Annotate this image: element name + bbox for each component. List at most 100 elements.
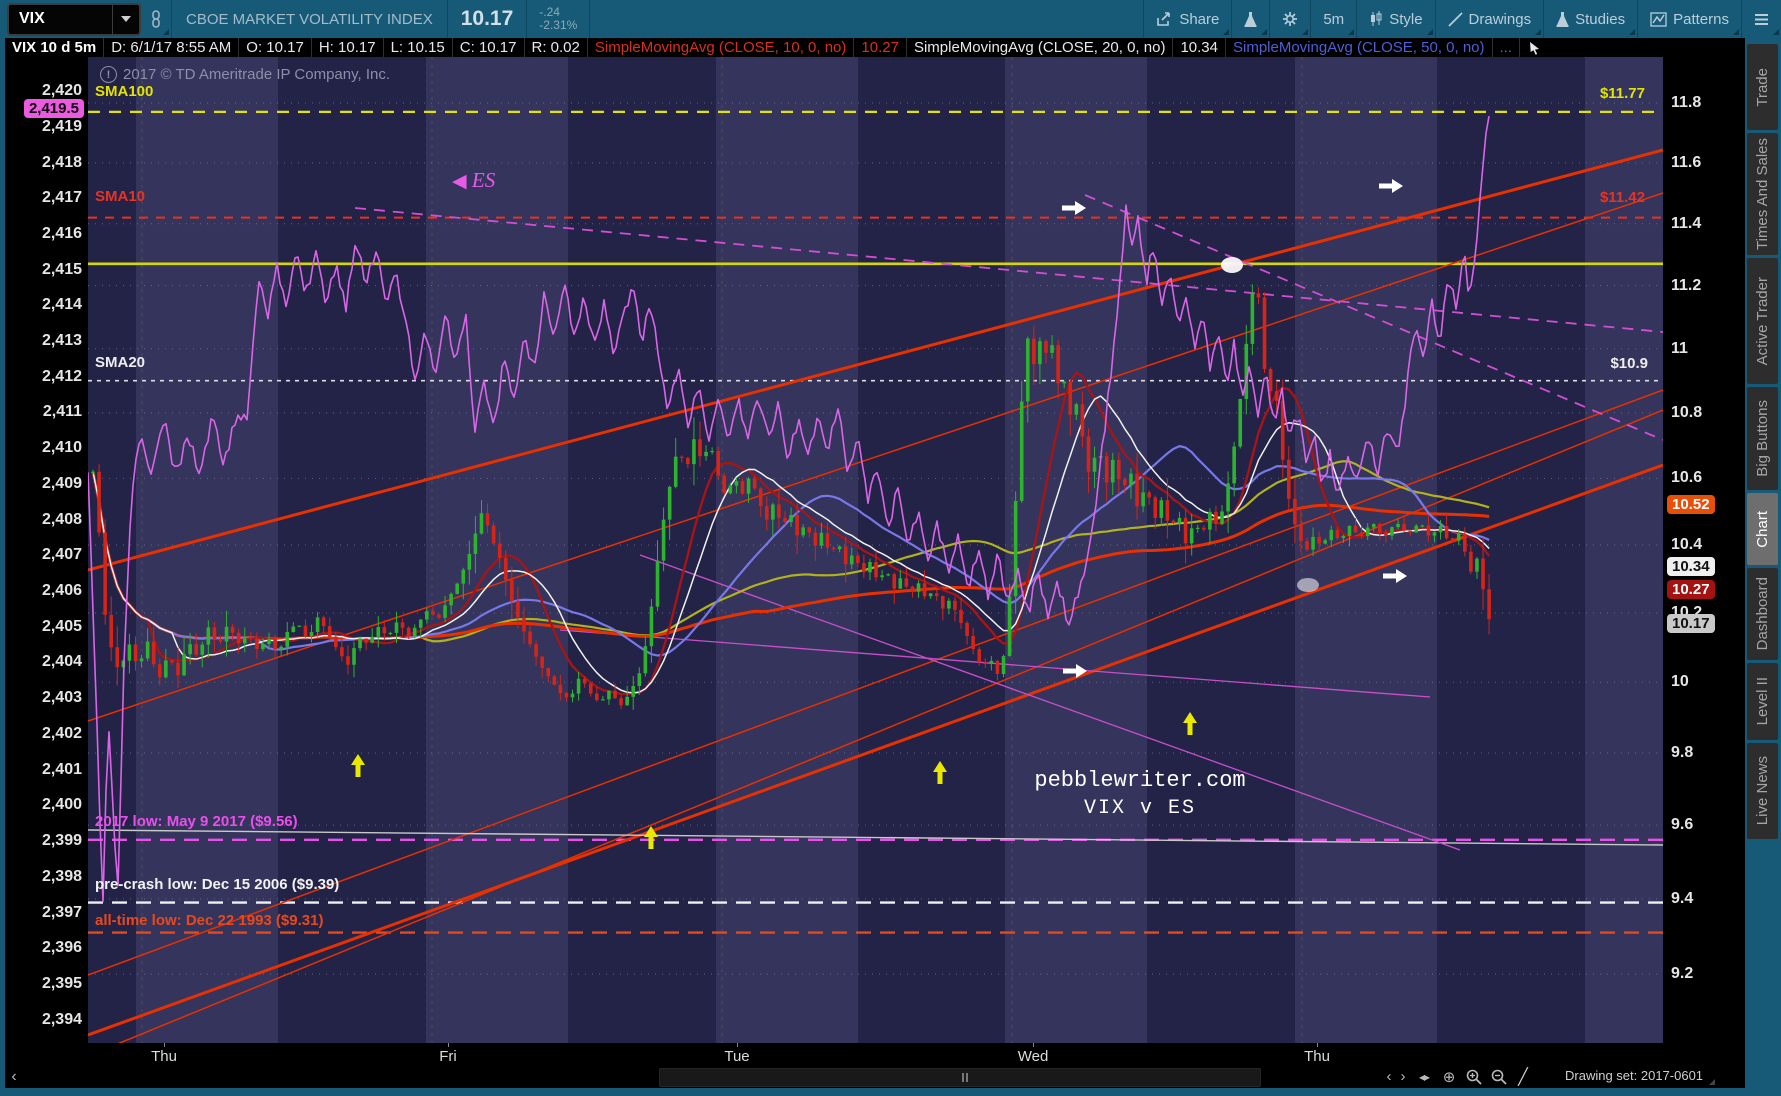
header-field: D: 6/1/17 8:55 AM (104, 38, 240, 57)
sidebar-tab-live-news[interactable]: Live News (1747, 743, 1778, 839)
cursor-tool-icon[interactable] (1528, 41, 1542, 55)
time-axis[interactable]: Thu Fri Tue Wed Thu (5, 1043, 1663, 1065)
chart-annotation: all-time low: Dec 22 1993 ($9.31) (95, 912, 324, 929)
header-field: VIX 10 d 5m (5, 38, 105, 57)
vix-axis-label: 9.8 (1671, 744, 1694, 761)
day-tick (164, 1043, 165, 1047)
studies-button[interactable]: Studies (1544, 0, 1637, 38)
drawing-set-selector[interactable]: Drawing set: 2017-0601 (1565, 1068, 1716, 1085)
symbol-description: CBOE MARKET VOLATILITY INDEX (186, 10, 433, 28)
symbol-dropdown-button[interactable] (112, 4, 139, 34)
watermark-title: VIX v ES (1083, 797, 1197, 820)
es-axis-label: 2,398 (41, 868, 82, 885)
vix-axis-label: 11.4 (1671, 215, 1702, 232)
chart-annotation: SMA100 (95, 83, 154, 100)
es-axis-label: 2,412 (41, 368, 82, 385)
right-gadget-sidebar: Trade Times And Sales Active Trader Big But… (1745, 38, 1781, 1088)
menu-button[interactable] (1742, 0, 1781, 38)
zoom-out-icon[interactable] (1488, 1065, 1510, 1088)
triangle-left-icon: ◀ (452, 171, 467, 192)
button-label: 5m (1323, 10, 1345, 28)
vix-price-axis[interactable]: 11.8 11.6 11.4 11.2 11 10.8 10.6 10.4 10.2 10 9.8 9… (1663, 57, 1745, 1065)
page-left-icon[interactable]: ‹ (1383, 1065, 1395, 1088)
page-right-icon[interactable]: › (1397, 1065, 1409, 1088)
es-axis-label: 2,420 (41, 82, 82, 99)
sidebar-tab-level-ii[interactable]: Level II (1747, 663, 1778, 740)
chart-annotation: $11.77 (1599, 85, 1645, 102)
share-button[interactable]: Share (1144, 0, 1231, 38)
header-field: C: 10.17 (453, 38, 525, 57)
es-price-axis[interactable]: 2,420 2,419 2,418 2,417 2,416 2,415 2,414 2,413… (5, 57, 88, 1065)
scrollbar-handle[interactable] (960, 1073, 970, 1082)
vix-axis-label: 10 (1671, 673, 1689, 690)
flask-button[interactable] (1232, 0, 1269, 38)
header-field: SimpleMovingAvg (CLOSE, 20, 0, no) (907, 38, 1174, 57)
watermark-site: pebblewriter.com (1034, 768, 1246, 793)
pencil-icon[interactable]: ╱ (1514, 1065, 1532, 1088)
button-label: Drawings (1468, 10, 1532, 28)
day-label: Tue (724, 1048, 750, 1065)
link-icon[interactable] (141, 0, 171, 38)
es-axis-label: 2,407 (41, 546, 82, 563)
drawings-button[interactable]: Drawings (1436, 0, 1544, 38)
zoom-in-icon[interactable] (1463, 1065, 1485, 1088)
header-field: 10.27 (854, 38, 907, 57)
es-axis-label: 2,404 (41, 653, 82, 670)
chart-header: VIX 10 d 5m D: 6/1/17 8:55 AM O: 10.17 H: 1… (5, 38, 1745, 57)
day-label: Fri (439, 1048, 457, 1065)
sidebar-tab-dashboard[interactable]: Dashboard (1747, 568, 1778, 660)
crosshair-icon[interactable]: ⊕ (1439, 1065, 1459, 1088)
header-field: SimpleMovingAvg (CLOSE, 10, 0, no) (588, 38, 855, 57)
vix-axis-label: 9.4 (1671, 890, 1694, 907)
day-tick (737, 1043, 738, 1047)
vix-axis-label: 9.2 (1671, 965, 1694, 982)
day-tick (1033, 1043, 1034, 1047)
es-axis-label: 2,409 (41, 475, 82, 492)
menu-icon (1754, 13, 1769, 26)
vix-axis-label: 11.8 (1671, 94, 1702, 111)
gear-icon (1282, 11, 1298, 27)
es-axis-label: 2,408 (41, 511, 82, 528)
es-axis-label: 2,399 (41, 832, 82, 849)
style-button[interactable]: Style (1357, 0, 1434, 38)
scroll-left-icon[interactable]: ‹ (7, 1065, 21, 1088)
vix-axis-label: 10.6 (1671, 469, 1703, 486)
sidebar-tab-big-buttons[interactable]: Big Buttons (1747, 387, 1778, 490)
sidebar-tab-trade[interactable]: Trade (1747, 44, 1778, 130)
es-axis-label: 2,413 (41, 332, 82, 349)
flask-icon (1244, 11, 1257, 27)
day-tick (448, 1043, 449, 1047)
pattern-icon (1650, 11, 1667, 27)
chart-annotation: $11.42 (1599, 189, 1645, 206)
es-axis-label: 2,397 (41, 904, 82, 921)
study-value-bubble: 10.27 (1667, 580, 1715, 599)
bottom-toolbar: ‹ ‹ › ◂▸ ⊕ ╱ Drawing set: 2017-0601 (5, 1065, 1745, 1088)
share-icon (1156, 11, 1173, 27)
sidebar-tab-chart[interactable]: Chart (1747, 493, 1778, 565)
patterns-button[interactable]: Patterns (1638, 0, 1741, 38)
chevron-down-icon (121, 16, 131, 22)
es-axis-label: 2,419 (41, 118, 82, 135)
gear-button[interactable] (1270, 0, 1310, 38)
sidebar-tab-active-trader[interactable]: Active Trader (1747, 258, 1778, 384)
chart-canvas (88, 57, 1663, 1043)
study-value-bubble: 10.34 (1667, 557, 1715, 576)
timeframe-button[interactable]: 5m (1311, 0, 1356, 38)
symbol-dropdown[interactable]: VIX (7, 2, 141, 36)
thinkorswim-window: { "toolbar": { "symbol": "VIX", "descrip… (0, 0, 1781, 1096)
pan-icon[interactable]: ◂▸ (1413, 1065, 1435, 1088)
window-bottom-edge (0, 1088, 1781, 1096)
header-field: O: 10.17 (239, 38, 312, 57)
chart-annotation: SMA20 (95, 354, 146, 371)
header-field: R: 0.02 (525, 38, 588, 57)
info-icon: ! (100, 66, 117, 83)
es-axis-label: 2,406 (41, 582, 82, 599)
line-icon (1447, 11, 1463, 27)
chart-plot-area[interactable] (88, 57, 1663, 1043)
study-value-bubble: 10.17 (1667, 614, 1715, 633)
price-change: -.24 -2.31% (539, 5, 578, 32)
chart-annotation: 2017 low: May 9 2017 ($9.56) (95, 813, 298, 830)
candle-icon (1369, 11, 1383, 27)
time-scrollbar[interactable] (659, 1068, 1261, 1087)
sidebar-tab-times-and-sales[interactable]: Times And Sales (1747, 133, 1778, 255)
